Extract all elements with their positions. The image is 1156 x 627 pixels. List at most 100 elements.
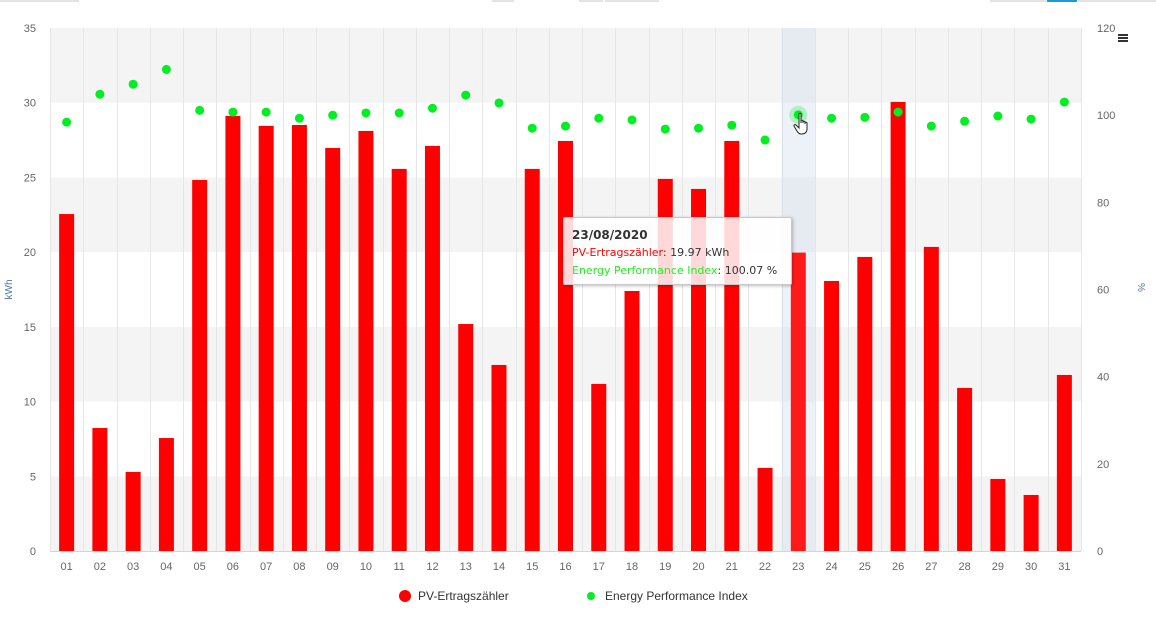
- y-right-tick-label: 40: [1097, 372, 1109, 384]
- bar-31[interactable]: [1056, 374, 1072, 551]
- x-tick-label: 31: [1058, 561, 1070, 573]
- bar-04[interactable]: [158, 438, 174, 551]
- bar-28[interactable]: [957, 387, 973, 551]
- y-left-tick-label: 5: [30, 471, 36, 483]
- x-tick-label: 15: [526, 561, 538, 573]
- y-left-tick-label: 25: [24, 172, 36, 184]
- bar-26[interactable]: [890, 101, 906, 552]
- y-axis-right-title: %: [1135, 283, 1146, 292]
- point-01[interactable]: [62, 117, 72, 127]
- x-tick-label: 26: [892, 561, 904, 573]
- point-17[interactable]: [594, 113, 604, 123]
- y-right-tick-label: 0: [1097, 546, 1103, 558]
- bar-06[interactable]: [225, 115, 241, 551]
- bar-03[interactable]: [125, 471, 141, 551]
- plot-band: [50, 28, 1081, 103]
- x-tick-label: 01: [61, 561, 73, 573]
- point-26[interactable]: [893, 107, 903, 117]
- bar-02[interactable]: [92, 428, 108, 551]
- point-28[interactable]: [960, 116, 970, 126]
- y-left-tick-label: 15: [24, 322, 36, 334]
- point-29[interactable]: [993, 111, 1003, 121]
- y-left-tick-label: 0: [30, 546, 36, 558]
- point-31[interactable]: [1059, 97, 1069, 107]
- point-09[interactable]: [328, 110, 338, 120]
- point-30[interactable]: [1026, 114, 1036, 124]
- point-16[interactable]: [561, 121, 570, 131]
- point-25[interactable]: [860, 112, 870, 122]
- tooltip-row-pv: PV-Ertragszähler: 19.97 kWh: [572, 244, 783, 262]
- x-tick-label: 18: [626, 561, 638, 573]
- point-10[interactable]: [361, 108, 371, 118]
- bar-29[interactable]: [990, 478, 1006, 551]
- y-left-tick-label: 20: [24, 247, 36, 259]
- bar-21[interactable]: [724, 140, 740, 551]
- bar-22[interactable]: [757, 467, 773, 551]
- bar-01[interactable]: [59, 214, 75, 551]
- bar-17[interactable]: [591, 383, 607, 551]
- bar-25[interactable]: [857, 256, 873, 551]
- point-22[interactable]: [760, 135, 770, 145]
- bar-14[interactable]: [491, 364, 507, 551]
- chart: 05101520253035 020406080100120 01 02 03 04 0…: [4, 23, 1146, 603]
- legend-item-pv-ertragszaehler[interactable]: PV-Ertragszähler: [399, 589, 509, 603]
- x-tick-label: 12: [426, 561, 438, 573]
- legend-label-pv: PV-Ertragszähler: [418, 589, 509, 603]
- bar-15[interactable]: [524, 168, 540, 552]
- bar-24[interactable]: [824, 280, 840, 551]
- point-07[interactable]: [261, 107, 271, 117]
- bar-10[interactable]: [358, 130, 374, 551]
- point-18[interactable]: [627, 115, 637, 125]
- y-right-tick-label: 60: [1097, 285, 1109, 297]
- bar-27[interactable]: [923, 246, 939, 552]
- point-14[interactable]: [494, 98, 504, 108]
- x-tick-label: 25: [859, 561, 871, 573]
- point-11[interactable]: [394, 108, 404, 118]
- y-axis-left-ticks: 0 5 10 15 20 25 30 35: [24, 23, 36, 558]
- x-tick-label: 28: [958, 561, 970, 573]
- tooltip-epi-value: : 100.07 %: [717, 264, 778, 277]
- point-03[interactable]: [128, 79, 138, 89]
- bar-11[interactable]: [391, 168, 407, 552]
- point-27[interactable]: [926, 121, 936, 131]
- legend-marker-green: [587, 592, 595, 600]
- point-12[interactable]: [427, 103, 437, 113]
- point-04[interactable]: [161, 64, 171, 74]
- x-tick-label: 22: [759, 561, 771, 573]
- point-05[interactable]: [195, 105, 205, 115]
- legend-marker-red: [399, 590, 411, 602]
- bar-08[interactable]: [291, 124, 307, 552]
- point-24[interactable]: [827, 113, 837, 123]
- bar-07[interactable]: [258, 125, 274, 551]
- x-tick-label: 21: [726, 561, 738, 573]
- hand-pointer-cursor-icon: [793, 112, 808, 135]
- bar-05[interactable]: [192, 179, 208, 551]
- point-19[interactable]: [660, 124, 670, 134]
- y-left-tick-label: 10: [24, 397, 36, 409]
- y-right-tick-label: 80: [1097, 197, 1109, 209]
- y-left-tick-label: 30: [24, 98, 36, 110]
- y-axis-right-ticks: 0 20 40 60 80 100 120: [1097, 23, 1115, 558]
- point-15[interactable]: [527, 123, 537, 133]
- x-tick-label: 04: [160, 561, 172, 573]
- bar-18[interactable]: [624, 290, 640, 551]
- bar-09[interactable]: [325, 147, 341, 551]
- bar-12[interactable]: [424, 145, 440, 551]
- bar-16[interactable]: [558, 140, 573, 551]
- x-tick-label: 11: [393, 561, 404, 573]
- bar-23[interactable]: [790, 252, 806, 552]
- bar-30[interactable]: [1023, 494, 1039, 551]
- point-08[interactable]: [294, 113, 304, 123]
- point-13[interactable]: [461, 90, 471, 100]
- hamburger-menu-icon[interactable]: [1118, 34, 1128, 42]
- legend: PV-Ertragszähler Energy Performance Inde…: [399, 589, 748, 603]
- x-tick-label: 06: [227, 561, 239, 573]
- legend-item-energy-performance-index[interactable]: Energy Performance Index: [587, 589, 748, 603]
- point-06[interactable]: [228, 107, 238, 117]
- x-axis-ticks: 01 02 03 04 05 06 07 08 09 10 11 12 13 14 15 16 17 18 19 20…: [61, 561, 1071, 573]
- y-right-tick-label: 100: [1097, 110, 1115, 122]
- bar-13[interactable]: [458, 324, 474, 551]
- point-20[interactable]: [694, 123, 704, 133]
- point-21[interactable]: [727, 120, 737, 130]
- point-02[interactable]: [95, 89, 105, 99]
